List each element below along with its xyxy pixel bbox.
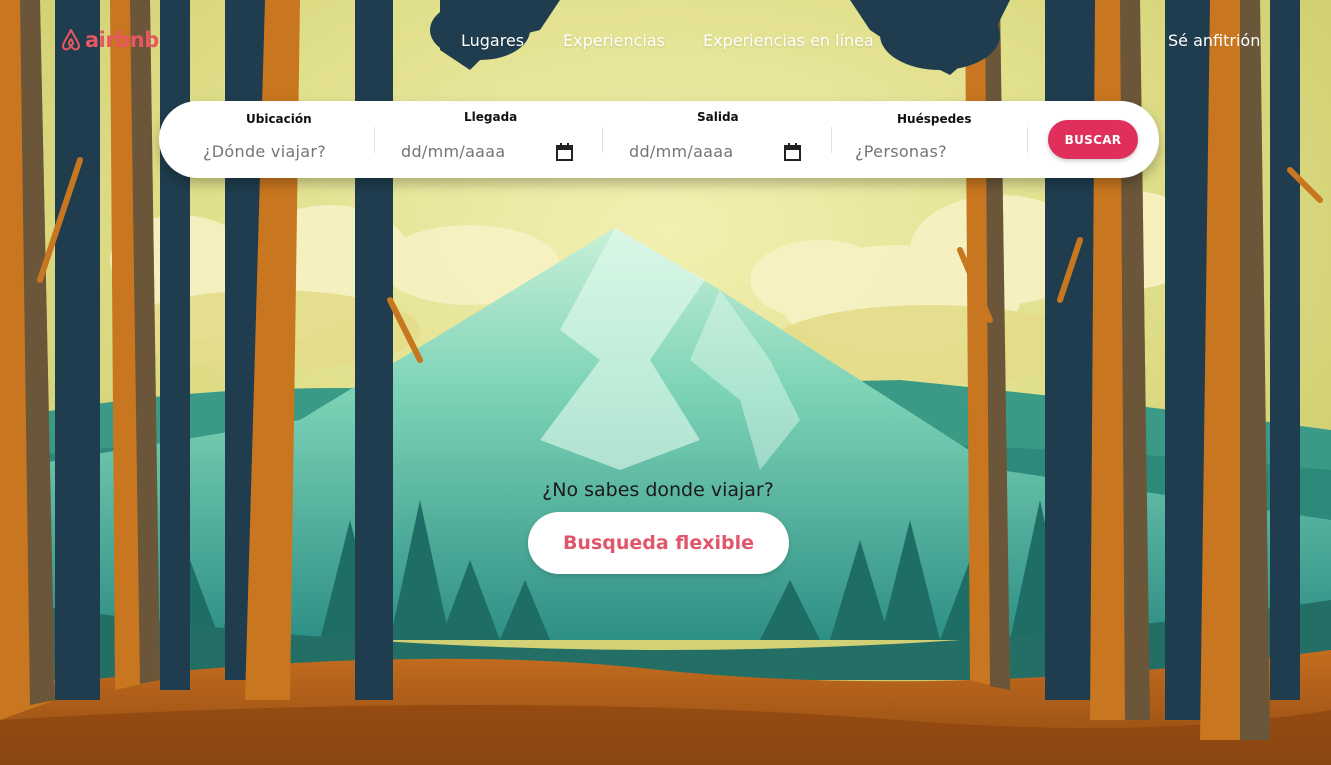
checkin-field[interactable]: Llegada dd/mm/aaaa — [375, 101, 602, 178]
calendar-icon[interactable] — [784, 143, 801, 161]
checkin-input[interactable]: dd/mm/aaaa — [401, 142, 505, 161]
search-divider — [1027, 127, 1028, 153]
location-input[interactable]: ¿Dónde viajar? — [203, 142, 326, 161]
checkin-label: Llegada — [464, 110, 518, 124]
checkout-field[interactable]: Salida dd/mm/aaaa — [603, 101, 831, 178]
calendar-icon[interactable] — [556, 143, 573, 161]
nav-link-experiencias[interactable]: Experiencias — [563, 31, 665, 50]
checkout-input[interactable]: dd/mm/aaaa — [629, 142, 733, 161]
nav-link-lugares[interactable]: Lugares — [461, 31, 524, 50]
guests-input[interactable]: ¿Personas? — [855, 142, 947, 161]
airbnb-logo-text: airbnb — [85, 28, 159, 52]
checkout-label: Salida — [697, 110, 739, 124]
guests-field[interactable]: Huéspedes ¿Personas? — [832, 101, 1027, 178]
location-field[interactable]: Ubicación ¿Dónde viajar? — [159, 101, 374, 178]
flexible-search-button[interactable]: Busqueda flexible — [528, 512, 789, 574]
guests-label: Huéspedes — [897, 112, 972, 126]
search-button[interactable]: BUSCAR — [1048, 120, 1138, 159]
search-bar: Ubicación ¿Dónde viajar? Llegada dd/mm/a… — [159, 101, 1159, 178]
flexible-search-question: ¿No sabes donde viajar? — [542, 479, 774, 501]
airbnb-logo-icon — [62, 29, 80, 51]
become-host-link[interactable]: Sé anfitrión — [1168, 31, 1260, 50]
airbnb-logo[interactable]: airbnb — [60, 28, 159, 52]
nav-link-experiencias-en-linea[interactable]: Experiencias en línea — [703, 31, 874, 50]
location-label: Ubicación — [246, 112, 312, 126]
